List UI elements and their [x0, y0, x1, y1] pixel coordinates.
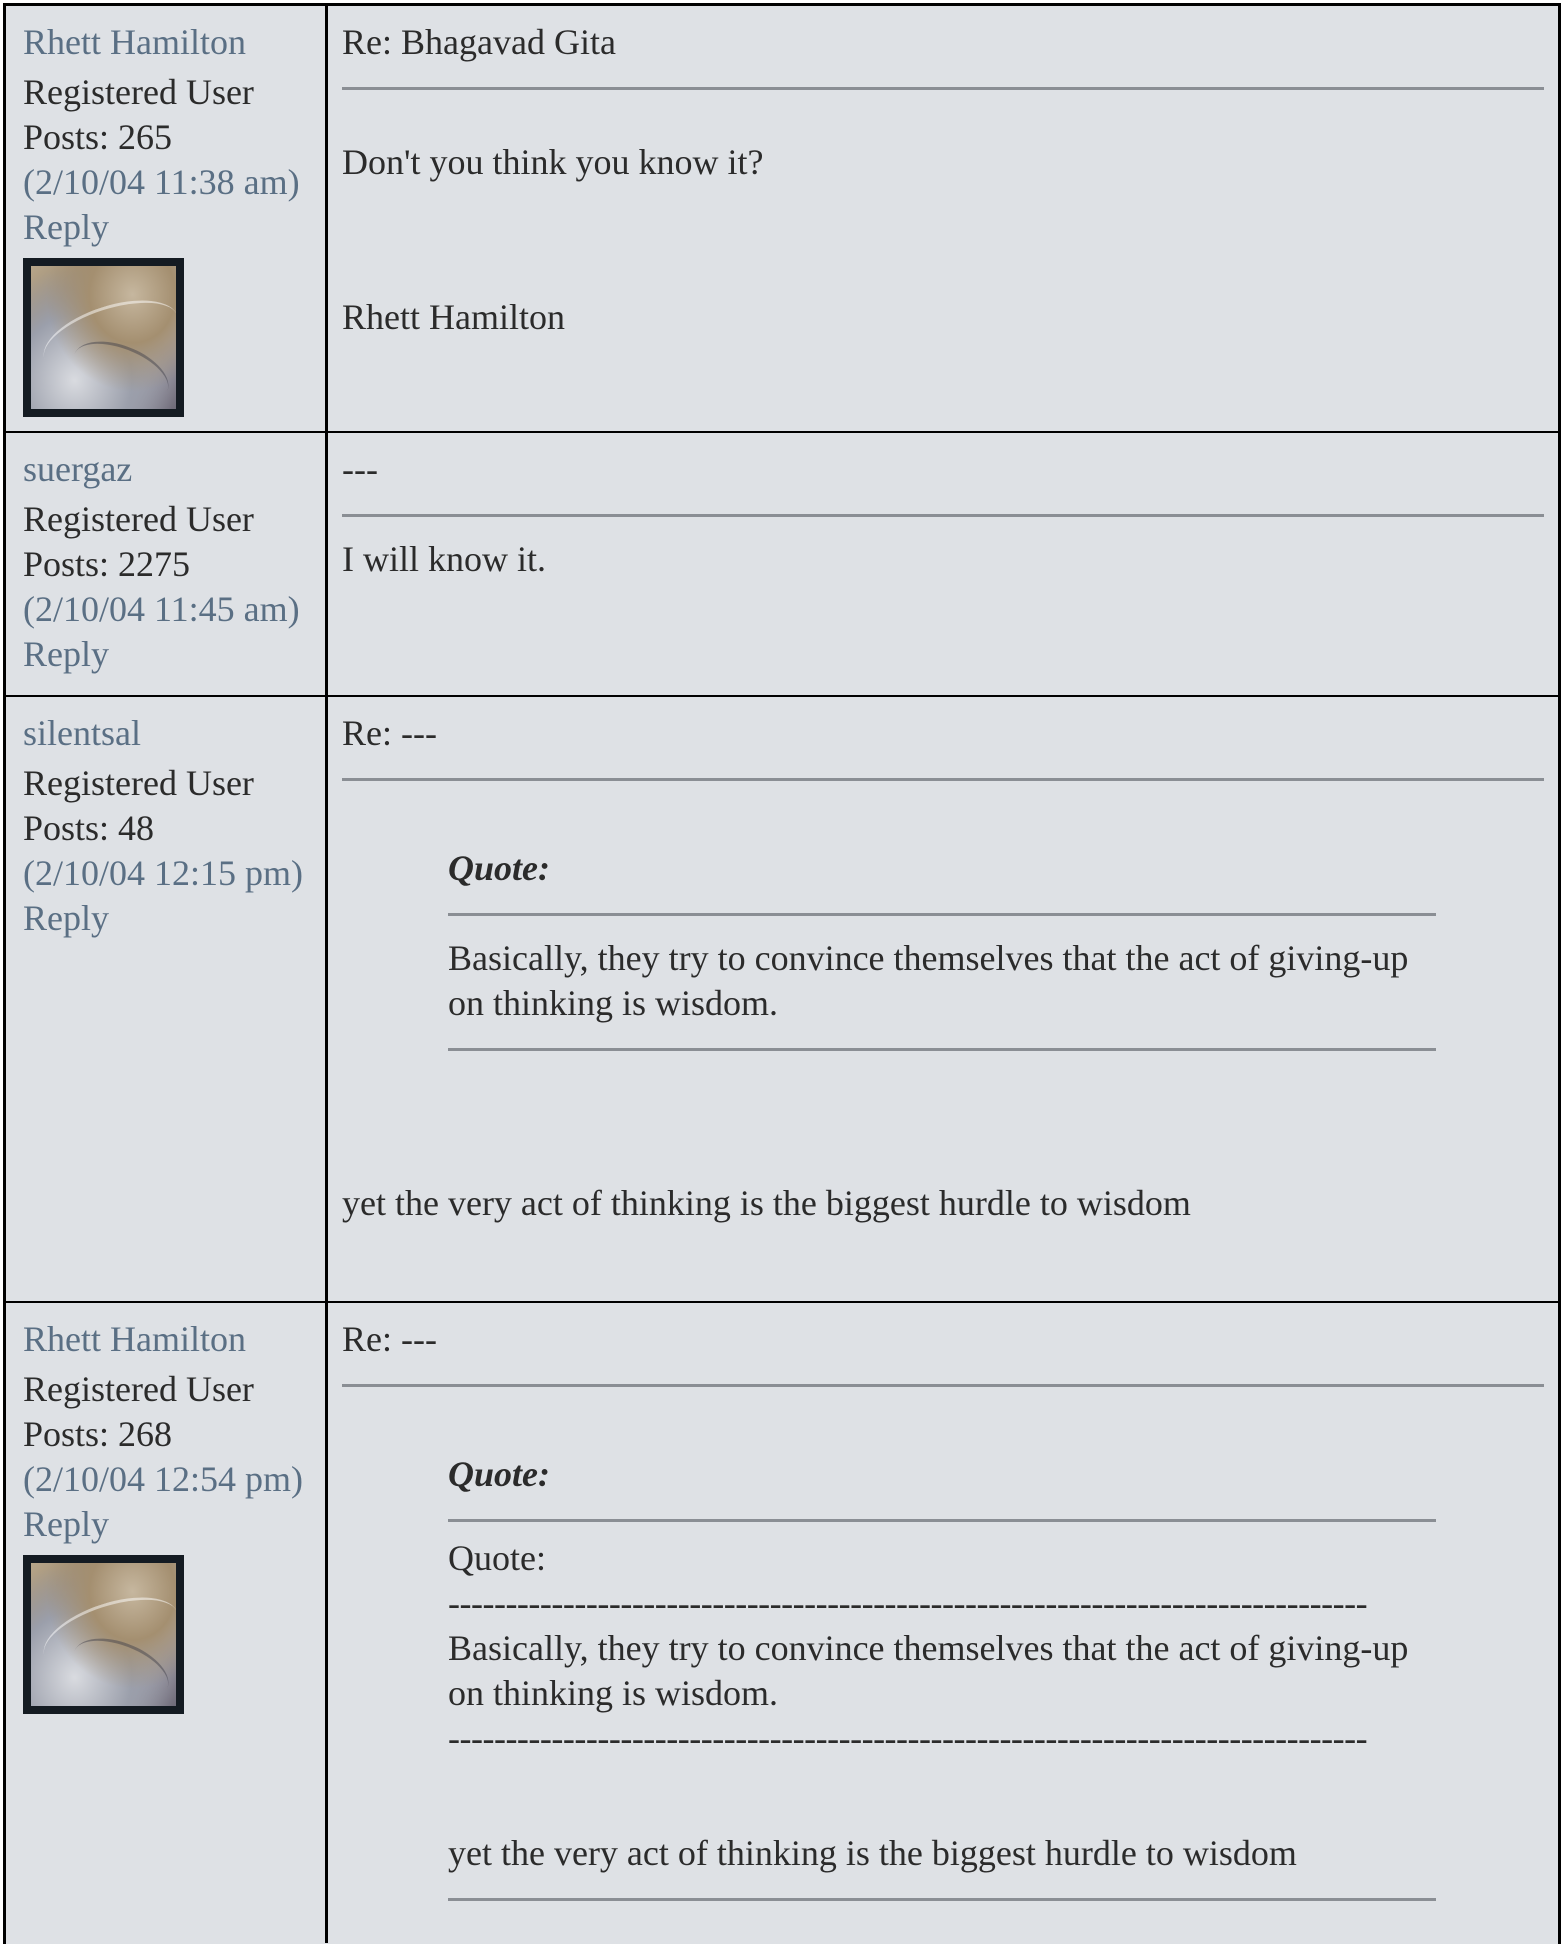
- post-subject: Re: ---: [342, 713, 437, 753]
- quote-text: Basically, they try to convince themselv…: [448, 938, 1409, 1023]
- reply-link[interactable]: Reply: [23, 896, 325, 941]
- subject-divider: [342, 1384, 1544, 1387]
- thread-table: Rhett Hamilton Registered User Posts: 26…: [3, 3, 1561, 1944]
- reply-link[interactable]: Reply: [23, 205, 325, 250]
- author-panel: Rhett Hamilton Registered User Posts: 26…: [6, 1303, 328, 1943]
- post-date-link[interactable]: (2/10/04 11:45 am): [23, 587, 325, 632]
- inner-quote-label: Quote:: [448, 1538, 546, 1578]
- author-role: Registered User: [23, 763, 254, 803]
- quote-divider: [448, 913, 1436, 916]
- inner-quote-dash-line: ----------------------------------------…: [448, 1718, 1368, 1758]
- author-post-count: Posts: 268: [23, 1414, 173, 1454]
- post-body: Re: --- Quote: Quote: ------------------…: [328, 1303, 1558, 1943]
- post-text: yet the very act of thinking is the bigg…: [342, 1183, 1191, 1223]
- reply-link[interactable]: Reply: [23, 632, 325, 677]
- subject-divider: [342, 87, 1544, 90]
- avatar: [23, 258, 184, 417]
- author-name-link[interactable]: Rhett Hamilton: [23, 1317, 325, 1362]
- author-panel: Rhett Hamilton Registered User Posts: 26…: [6, 6, 328, 431]
- author-panel: suergaz Registered User Posts: 2275 (2/1…: [6, 433, 328, 695]
- post-body: --- I will know it.: [328, 433, 1558, 695]
- post-text: I will know it.: [342, 539, 546, 579]
- post-subject: Re: Bhagavad Gita: [342, 22, 616, 62]
- post-date-link[interactable]: (2/10/04 12:54 pm): [23, 1457, 325, 1502]
- inner-quote-dash-line: ----------------------------------------…: [448, 1583, 1368, 1623]
- author-panel: silentsal Registered User Posts: 48 (2/1…: [6, 697, 328, 1301]
- quote-divider: [448, 1519, 1436, 1522]
- quote-block: Quote: Basically, they try to convince t…: [448, 846, 1436, 1051]
- post-text: Don't you think you know it?: [342, 142, 764, 182]
- quote-text: yet the very act of thinking is the bigg…: [448, 1833, 1297, 1873]
- post-subject: ---: [342, 449, 378, 489]
- inner-quote-text: Basically, they try to convince themselv…: [448, 1628, 1409, 1713]
- post-row: Rhett Hamilton Registered User Posts: 26…: [6, 1303, 1558, 1943]
- post-subject: Re: ---: [342, 1319, 437, 1359]
- post-row: silentsal Registered User Posts: 48 (2/1…: [6, 697, 1558, 1303]
- quote-divider: [448, 1048, 1436, 1051]
- post-date-link[interactable]: (2/10/04 12:15 pm): [23, 851, 325, 896]
- author-post-count: Posts: 265: [23, 117, 173, 157]
- quote-block: Quote: Quote: --------------------------…: [448, 1452, 1436, 1901]
- author-role: Registered User: [23, 1369, 254, 1409]
- post-body: Re: --- Quote: Basically, they try to co…: [328, 697, 1558, 1301]
- author-name-link[interactable]: silentsal: [23, 711, 325, 756]
- subject-divider: [342, 778, 1544, 781]
- post-row: suergaz Registered User Posts: 2275 (2/1…: [6, 433, 1558, 697]
- reply-link[interactable]: Reply: [23, 1502, 325, 1547]
- avatar: [23, 1555, 184, 1714]
- author-role: Registered User: [23, 499, 254, 539]
- post-body: Re: Bhagavad Gita Don't you think you kn…: [328, 6, 1558, 431]
- quote-divider: [448, 1898, 1436, 1901]
- author-post-count: Posts: 2275: [23, 544, 191, 584]
- author-post-count: Posts: 48: [23, 808, 155, 848]
- quote-label: Quote:: [448, 1454, 550, 1494]
- quote-label: Quote:: [448, 848, 550, 888]
- author-name-link[interactable]: suergaz: [23, 447, 325, 492]
- post-signature: Rhett Hamilton: [342, 297, 565, 337]
- author-role: Registered User: [23, 72, 254, 112]
- subject-divider: [342, 514, 1544, 517]
- author-name-link[interactable]: Rhett Hamilton: [23, 20, 325, 65]
- post-row: Rhett Hamilton Registered User Posts: 26…: [6, 6, 1558, 433]
- post-date-link[interactable]: (2/10/04 11:38 am): [23, 160, 325, 205]
